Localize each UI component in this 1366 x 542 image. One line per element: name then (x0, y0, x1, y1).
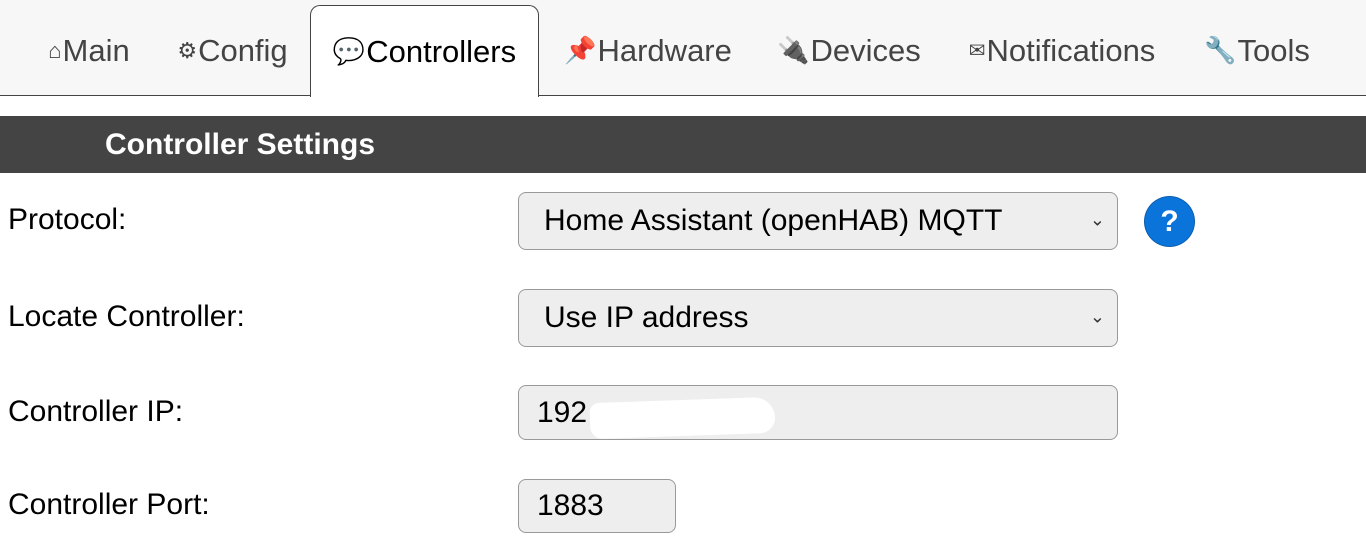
help-button[interactable]: ? (1145, 197, 1194, 246)
protocol-label: Protocol: (8, 203, 127, 236)
tab-main[interactable]: ⌂ Main (30, 5, 148, 96)
plug-icon: 🔌 (777, 35, 810, 65)
wrench-icon: 🔧 (1204, 35, 1237, 65)
envelope-icon: ✉ (968, 40, 986, 62)
question-icon: ? (1160, 204, 1179, 238)
controller-port-label: Controller Port: (8, 488, 210, 521)
controller-port-value: 1883 (537, 489, 604, 522)
tab-bar: ⌂ Main ⚙ Config 💬 Controllers 📌 Hardware… (0, 0, 1366, 97)
tab-label: Notifications (986, 32, 1156, 68)
tab-notifications[interactable]: ✉ Notifications (952, 5, 1172, 96)
tab-label: Tools (1237, 32, 1310, 68)
controller-port-input[interactable]: 1883 (518, 479, 676, 533)
pushpin-icon: 📌 (564, 35, 597, 65)
locate-controller-label: Locate Controller: (8, 300, 245, 333)
chevron-down-icon: ⌄ (1089, 306, 1105, 327)
tab-hardware[interactable]: 📌 Hardware (548, 5, 748, 96)
section-title: Controller Settings (0, 116, 1366, 173)
protocol-select[interactable]: Home Assistant (openHAB) MQTT ⌄ (518, 192, 1118, 250)
tab-label: Devices (810, 32, 921, 68)
tab-devices[interactable]: 🔌 Devices (760, 5, 938, 96)
controller-ip-value: 192 (537, 395, 588, 429)
locate-controller-value: Use IP address (544, 301, 749, 334)
redaction-mark (589, 396, 776, 440)
tab-config[interactable]: ⚙ Config (160, 5, 305, 96)
tab-label: Config (198, 32, 288, 68)
speech-bubble-icon: 💬 (332, 36, 366, 66)
protocol-value: Home Assistant (openHAB) MQTT (544, 204, 1003, 237)
tab-controllers[interactable]: 💬 Controllers (310, 5, 539, 97)
locate-controller-select[interactable]: Use IP address ⌄ (518, 289, 1118, 347)
chevron-down-icon: ⌄ (1089, 209, 1105, 230)
tab-label: Controllers (366, 33, 517, 69)
tab-label: Main (62, 32, 130, 68)
tab-label: Hardware (597, 32, 732, 68)
home-icon: ⌂ (48, 37, 62, 63)
tab-tools[interactable]: 🔧 Tools (1190, 5, 1324, 96)
controller-ip-label: Controller IP: (8, 395, 184, 428)
gear-icon: ⚙ (177, 37, 198, 63)
